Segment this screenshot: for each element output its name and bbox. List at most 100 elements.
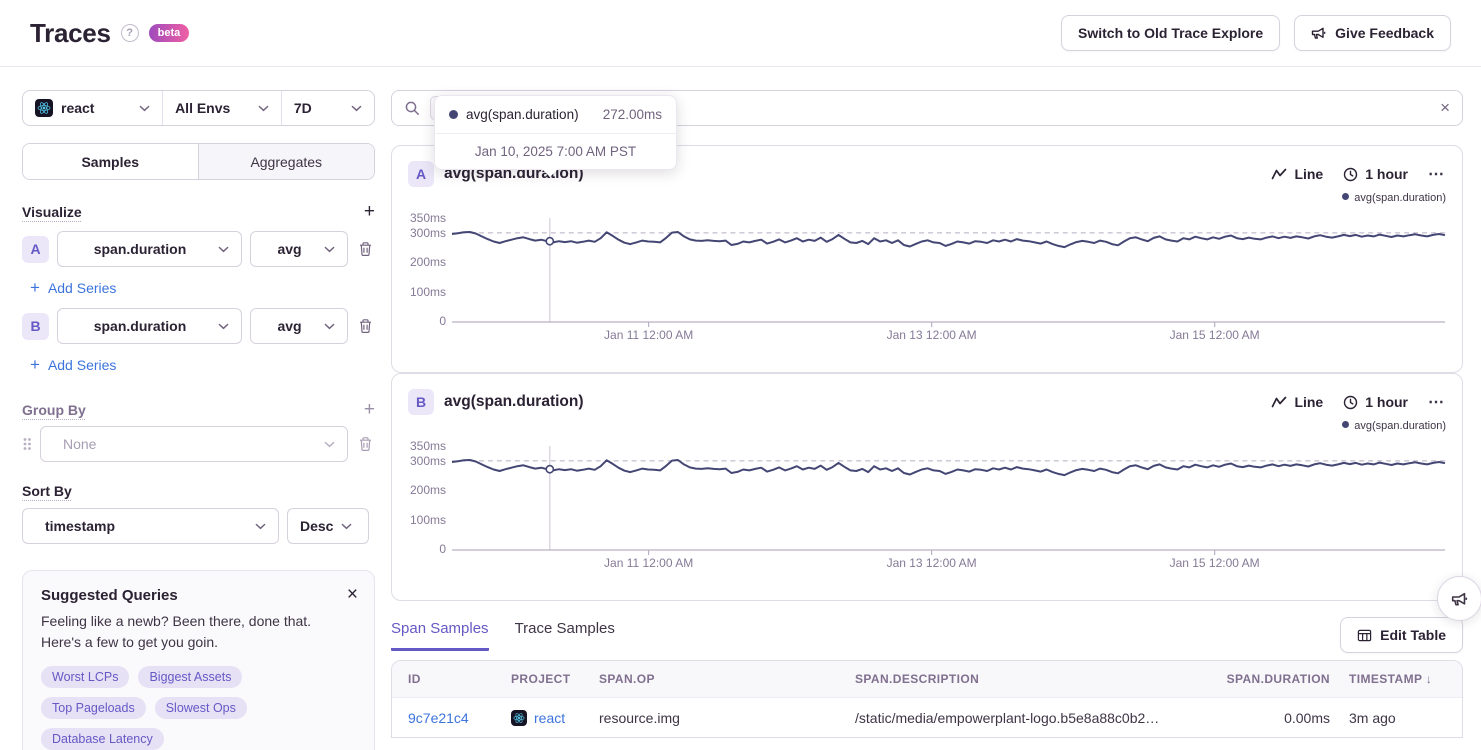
series-b-field-select[interactable]: span.duration xyxy=(57,308,242,344)
help-icon[interactable]: ? xyxy=(121,24,139,42)
y-axis-label: 200ms xyxy=(402,483,446,497)
chart-more-options[interactable]: ⋯ xyxy=(1428,392,1446,412)
chart-a-legend[interactable]: avg(span.duration) xyxy=(408,192,1446,204)
suggested-query-chip[interactable]: Database Latency xyxy=(41,728,164,750)
chart-panel-b: B avg(span.duration) Line 1 hour ⋯ avg(s… xyxy=(391,373,1463,601)
delete-series-b-button[interactable] xyxy=(356,316,375,336)
chart-a-plot[interactable]: 350ms 300ms 200ms 100ms 0 Jan 11 12:00 A… xyxy=(452,218,1445,322)
chevron-down-icon xyxy=(324,323,335,330)
chevron-down-icon xyxy=(351,105,362,112)
column-header-span-op[interactable]: SPAN.OP xyxy=(599,672,855,686)
drag-handle-icon[interactable] xyxy=(22,436,32,452)
column-header-id[interactable]: ID xyxy=(408,672,511,686)
delete-group-by-button[interactable] xyxy=(356,434,375,454)
suggested-query-chip[interactable]: Worst LCPs xyxy=(41,666,129,688)
column-header-timestamp[interactable]: TIMESTAMP ↓ xyxy=(1330,672,1446,686)
suggested-query-chip[interactable]: Slowest Ops xyxy=(155,697,247,719)
environment-selector[interactable]: All Envs xyxy=(162,91,281,125)
x-axis-label: Jan 15 12:00 AM xyxy=(1170,328,1260,342)
date-range-selector[interactable]: 7D xyxy=(281,91,374,125)
series-row-a: A span.duration avg xyxy=(22,231,375,267)
react-project-icon xyxy=(511,710,527,726)
suggested-queries-description: Feeling like a newb? Been there, done th… xyxy=(41,611,341,653)
interval-selector[interactable]: 1 hour xyxy=(1343,394,1408,410)
add-series-link-2[interactable]: + Add Series xyxy=(30,355,375,375)
chevron-down-icon xyxy=(341,523,352,530)
interval-selector[interactable]: 1 hour xyxy=(1343,166,1408,182)
tooltip-series-name: avg(span.duration) xyxy=(466,107,579,122)
chevron-down-icon xyxy=(324,246,335,253)
sort-by-heading: Sort By xyxy=(22,483,72,499)
trash-icon xyxy=(358,318,373,334)
line-chart-svg[interactable] xyxy=(452,218,1445,330)
visualize-heading: Visualize xyxy=(22,204,82,220)
series-line xyxy=(452,232,1445,247)
y-axis-label: 0 xyxy=(402,542,446,556)
y-axis-label: 300ms xyxy=(402,226,446,240)
suggested-query-chip[interactable]: Biggest Assets xyxy=(138,666,242,688)
span-id-link[interactable]: 9c7e21c4 xyxy=(408,710,511,726)
beta-badge: beta xyxy=(149,24,190,42)
sort-field-select[interactable]: timestamp xyxy=(22,508,279,544)
hover-marker xyxy=(546,466,553,473)
span-samples-table: ID PROJECT SPAN.OP SPAN.DESCRIPTION SPAN… xyxy=(391,660,1463,738)
tab-span-samples[interactable]: Span Samples xyxy=(391,620,489,651)
column-header-project[interactable]: PROJECT xyxy=(511,672,599,686)
suggested-queries-title: Suggested Queries xyxy=(41,587,356,604)
y-axis-label: 0 xyxy=(402,314,446,328)
tab-trace-samples[interactable]: Trace Samples xyxy=(515,620,615,651)
suggested-query-chip[interactable]: Top Pageloads xyxy=(41,697,146,719)
search-icon xyxy=(404,100,420,116)
tab-samples[interactable]: Samples xyxy=(23,144,199,179)
table-icon xyxy=(1357,628,1372,643)
series-a-aggregate-select[interactable]: avg xyxy=(250,231,348,267)
give-feedback-button[interactable]: Give Feedback xyxy=(1294,15,1451,51)
close-icon[interactable]: × xyxy=(347,585,358,604)
timestamp-cell: 3m ago xyxy=(1330,710,1446,726)
delete-series-a-button[interactable] xyxy=(356,239,375,259)
span-duration-cell: 0.00ms xyxy=(1180,710,1330,726)
switch-old-explore-button[interactable]: Switch to Old Trace Explore xyxy=(1061,15,1280,51)
chart-b-legend[interactable]: avg(span.duration) xyxy=(408,420,1446,432)
series-b-aggregate-select[interactable]: avg xyxy=(250,308,348,344)
edit-table-button[interactable]: Edit Table xyxy=(1340,617,1463,653)
y-axis-label: 350ms xyxy=(402,211,446,225)
span-description-cell: /static/media/empowerplant-logo.b5e8a88c… xyxy=(855,710,1180,726)
legend-dot-icon xyxy=(1342,193,1349,200)
y-axis-label: 200ms xyxy=(402,255,446,269)
sort-direction-select[interactable]: Desc xyxy=(287,508,369,544)
chart-type-selector[interactable]: Line xyxy=(1271,394,1323,410)
series-badge-a: A xyxy=(22,236,49,263)
chart-tooltip: avg(span.duration) 272.00ms Jan 10, 2025… xyxy=(434,95,677,170)
group-by-heading: Group By xyxy=(22,402,86,418)
column-header-span-description[interactable]: SPAN.DESCRIPTION xyxy=(855,672,1180,686)
series-a-field-select[interactable]: span.duration xyxy=(57,231,242,267)
legend-dot-icon xyxy=(1342,421,1349,428)
chart-type-selector[interactable]: Line xyxy=(1271,166,1323,182)
x-axis-label: Jan 15 12:00 AM xyxy=(1170,556,1260,570)
add-visualize-button[interactable]: + xyxy=(364,202,375,221)
chevron-down-icon xyxy=(324,441,335,448)
y-axis-label: 100ms xyxy=(402,513,446,527)
megaphone-icon xyxy=(1451,590,1469,608)
tooltip-value: 272.00ms xyxy=(603,107,662,122)
plus-icon: + xyxy=(30,278,40,298)
group-by-select[interactable]: None xyxy=(40,426,348,462)
add-group-by-button[interactable]: + xyxy=(364,400,375,419)
line-chart-svg[interactable] xyxy=(452,446,1445,558)
chart-b-plot[interactable]: 350ms 300ms 200ms 100ms 0 Jan 11 12:00 A… xyxy=(452,446,1445,550)
environment-label: All Envs xyxy=(175,100,230,116)
react-project-icon xyxy=(35,99,53,117)
project-selector[interactable]: react xyxy=(23,91,162,125)
clear-search-icon[interactable]: × xyxy=(1440,98,1450,118)
add-series-link-1[interactable]: + Add Series xyxy=(30,278,375,298)
hover-marker xyxy=(546,238,553,245)
table-header-row: ID PROJECT SPAN.OP SPAN.DESCRIPTION SPAN… xyxy=(392,661,1462,697)
tab-aggregates[interactable]: Aggregates xyxy=(199,144,375,179)
chart-more-options[interactable]: ⋯ xyxy=(1428,164,1446,184)
column-header-span-duration[interactable]: SPAN.DURATION xyxy=(1180,672,1330,686)
project-link[interactable]: react xyxy=(511,710,599,726)
floating-feedback-button[interactable] xyxy=(1437,576,1481,621)
mode-tabs: Samples Aggregates xyxy=(22,143,375,180)
table-row: 9c7e21c4 react resource.img /static/medi… xyxy=(392,697,1462,737)
